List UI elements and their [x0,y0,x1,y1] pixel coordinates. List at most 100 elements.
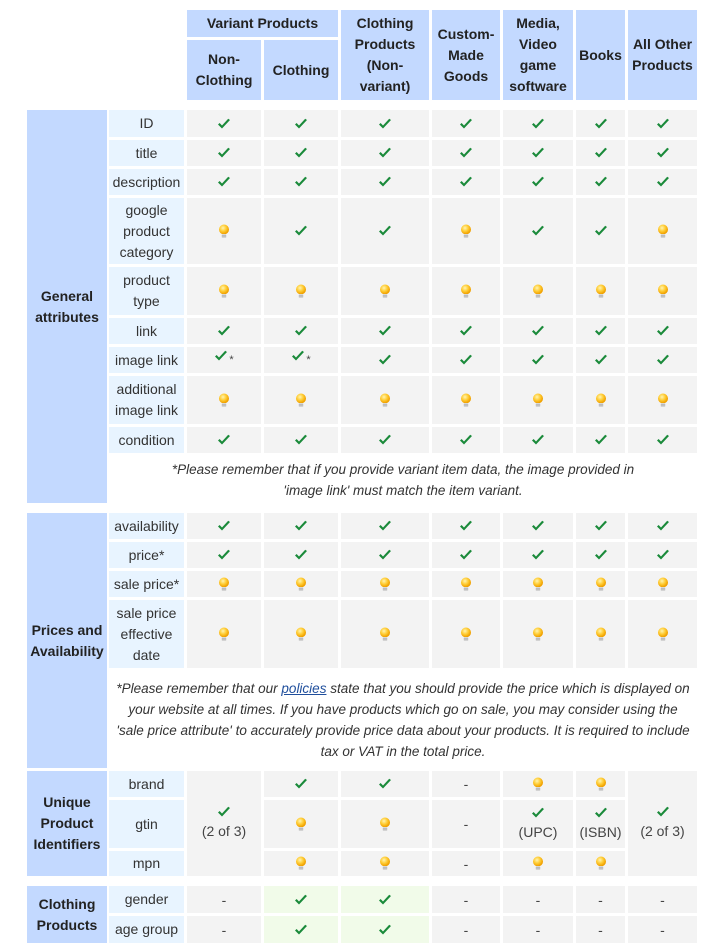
column-header-label: Clothing Products (Non- variant) [354,15,416,94]
policies-link[interactable]: policies [281,681,326,696]
cell-books [576,169,625,195]
cell-books [576,318,625,344]
attribute-name: sale price* [113,575,180,592]
check-icon [594,325,608,337]
check-icon: * [291,350,311,370]
check-icon [531,147,545,159]
check-icon [459,147,473,159]
lightbulb-icon [379,393,391,408]
check-icon [378,225,392,237]
cell-books [576,851,625,876]
lightbulb-icon [460,224,472,239]
cell-media: - [503,916,573,943]
section-label-2: Unique Product Identifiers [27,771,107,876]
cell-custom: - [432,771,500,797]
cell-clothing [264,267,338,315]
lightbulb-icon [595,627,607,642]
cell-media [503,347,573,373]
identifier-qualifier: (2 of 3) [640,823,685,839]
cell-media [503,376,573,424]
check-icon [459,176,473,188]
cell-media [503,851,573,876]
cell-clothing_nonvariant [341,169,429,195]
check-icon [531,807,545,819]
section-label-3: Clothing Products [27,886,107,943]
cell-media [503,427,573,453]
check-icon [217,434,231,446]
not-applicable-dash: - [660,921,665,938]
check-icon [459,354,473,366]
not-applicable-dash: - [463,816,469,832]
lightbulb-icon [460,577,472,592]
cell-media [503,198,573,264]
attribute-name: age group [114,921,179,937]
cell-clothing [264,140,338,166]
cell-clothing_nonvariant [341,851,429,876]
check-icon [378,118,392,130]
cell-clothing_nonvariant [341,513,429,539]
lightbulb-icon [295,284,307,299]
cell-non_clothing [187,571,261,597]
attribute-name: condition [118,431,175,448]
not-applicable-dash: - [221,891,227,908]
cell-custom [432,140,500,166]
check-icon [656,147,670,159]
cell-media [503,110,573,137]
not-applicable-dash: - [463,855,469,872]
attribute-name: gender [124,891,169,907]
cell-custom [432,513,500,539]
cell-custom [432,198,500,264]
check-icon [378,549,392,561]
cell-other [628,571,697,597]
cell-custom [432,169,500,195]
cell-other [628,140,697,166]
cell-custom: - [432,851,500,876]
check-icon [294,894,308,906]
check-icon [594,225,608,237]
check-icon [531,549,545,561]
check-icon [217,176,231,188]
lightbulb-icon [532,577,544,592]
lightbulb-icon [657,577,669,592]
section-title: Clothing Products [36,895,98,933]
cell-clothing_nonvariant [341,771,429,797]
attribute-label: ID [109,110,184,137]
cell-custom [432,427,500,453]
lightbulb-icon [595,393,607,408]
check-icon [378,924,392,936]
check-icon [378,434,392,446]
cell-custom [432,267,500,315]
cell-clothing_nonvariant [341,600,429,668]
cell-non_clothing [187,140,261,166]
check-icon [294,549,308,561]
cell-media [503,140,573,166]
check-icon [531,520,545,532]
cell-clothing_nonvariant [341,198,429,264]
attribute-label: link [109,318,184,344]
cell-clothing [264,800,338,848]
column-header-books: Books [576,10,625,100]
cell-custom [432,347,500,373]
cell-clothing [264,886,338,913]
cell-books [576,198,625,264]
check-icon [594,520,608,532]
cell-media: - [503,886,573,913]
cell-other [628,376,697,424]
check-icon [217,325,231,337]
cell-custom: - [432,916,500,943]
lightbulb-icon [532,777,544,792]
check-icon [294,924,308,936]
cell-clothing_nonvariant [341,800,429,848]
lightbulb-icon [218,224,230,239]
not-applicable-dash: - [463,891,469,908]
column-header-label: Books [579,46,622,63]
footnote-text-part: *Please remember that our [116,680,282,696]
cell-non_clothing [187,427,261,453]
cell-clothing [264,916,338,943]
cell-custom: - [432,886,500,913]
lightbulb-icon [218,577,230,592]
cell-clothing [264,376,338,424]
attribute-label: gender [109,886,184,913]
check-icon [459,118,473,130]
check-icon: * [214,350,234,370]
